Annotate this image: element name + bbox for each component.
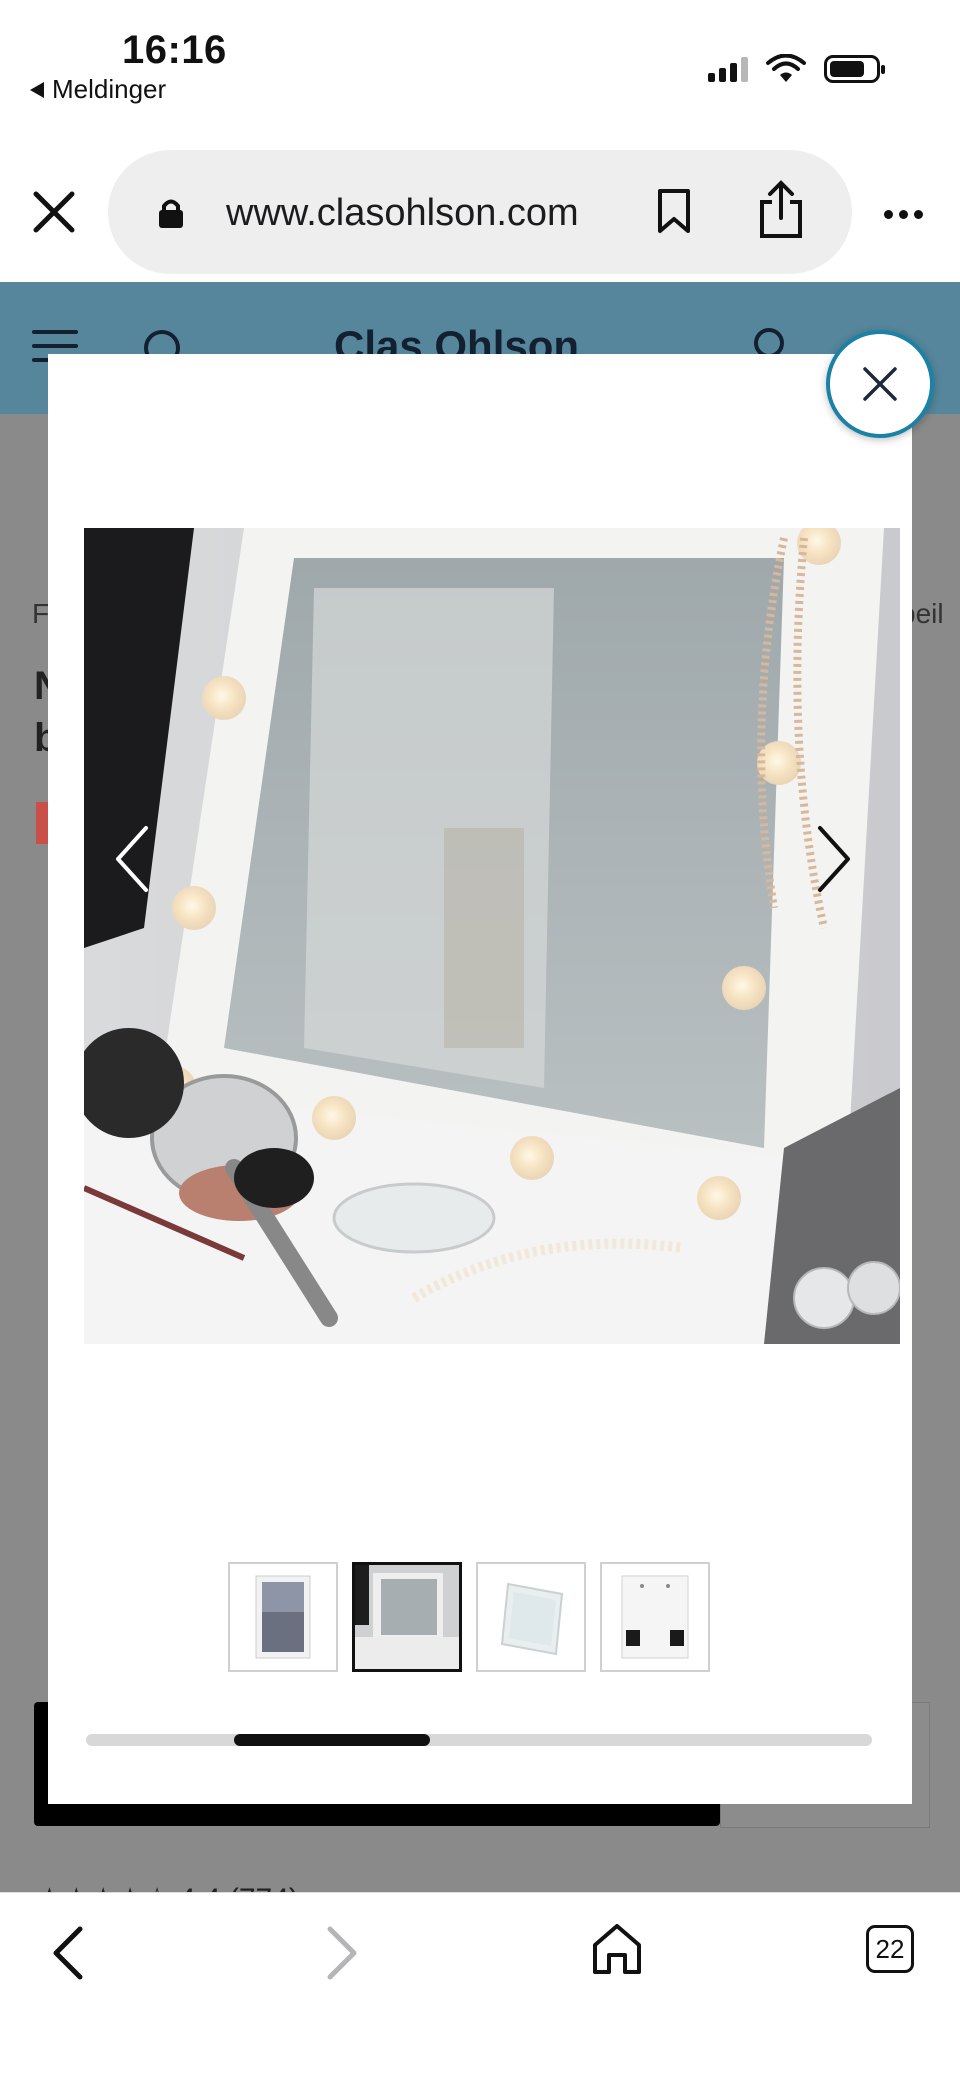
next-image-icon[interactable]: [814, 824, 854, 894]
system-icons: [708, 54, 885, 84]
sale-badge: [36, 802, 48, 844]
browser-bottom-bar: 22: [0, 1892, 960, 2082]
home-icon[interactable]: [590, 1921, 644, 1977]
back-icon[interactable]: [48, 1923, 88, 1983]
gallery-scrollbar-thumb[interactable]: [234, 1734, 430, 1746]
lock-icon: [159, 199, 183, 228]
rating-row: ★★★★☆ 4.4 (774): [36, 1882, 299, 1892]
back-to-app-link[interactable]: Meldinger: [30, 74, 166, 105]
forward-icon[interactable]: [322, 1923, 362, 1983]
url-text: www.clasohlson.com: [226, 192, 579, 234]
more-options-icon[interactable]: [884, 210, 923, 219]
partial-nav-text: F: [32, 598, 50, 629]
previous-image-icon[interactable]: [112, 824, 152, 894]
wifi-icon: [766, 54, 806, 82]
image-gallery-modal: [48, 354, 912, 1804]
back-triangle-icon: [30, 81, 44, 98]
bookmark-icon[interactable]: [656, 188, 692, 234]
browser-toolbar: www.clasohlson.com: [0, 120, 960, 280]
thumbnail-2[interactable]: [352, 1562, 462, 1672]
thumbnail-3[interactable]: [476, 1562, 586, 1672]
thumbnail-4[interactable]: [600, 1562, 710, 1672]
tabs-button[interactable]: 22: [866, 1925, 914, 1973]
status-bar: 16:16 Meldinger: [0, 0, 960, 120]
battery-icon: [824, 55, 885, 83]
product-image[interactable]: [84, 528, 900, 1344]
close-icon[interactable]: [32, 190, 76, 234]
share-icon[interactable]: [758, 180, 804, 240]
gallery-scrollbar[interactable]: [86, 1734, 872, 1746]
cellular-signal-icon: [708, 56, 748, 82]
thumbnail-1[interactable]: [228, 1562, 338, 1672]
close-icon: [863, 367, 897, 401]
thumbnail-strip: [228, 1562, 710, 1672]
address-bar[interactable]: www.clasohlson.com: [108, 150, 852, 274]
back-app-label: Meldinger: [52, 74, 167, 104]
clock: 16:16: [122, 28, 227, 72]
mirror-photo: [84, 528, 900, 1344]
modal-close-button[interactable]: [826, 330, 934, 438]
